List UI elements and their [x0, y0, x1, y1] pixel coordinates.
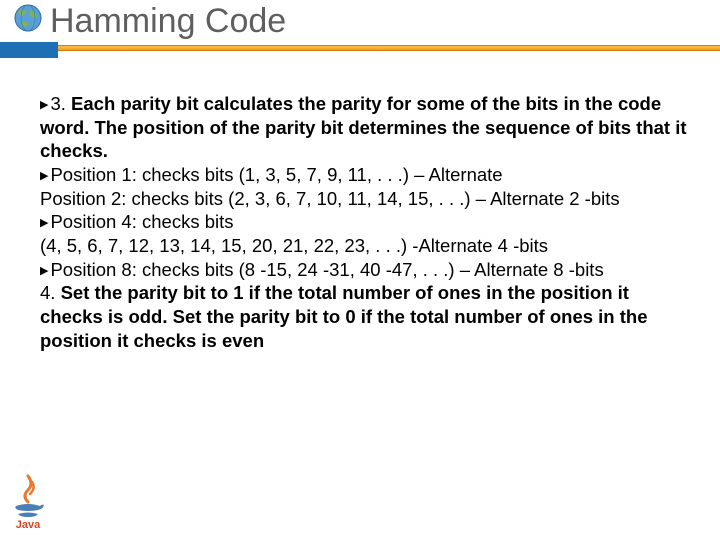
bullet-item-pos8: ▶Position 8: checks bits (8 -15, 24 -31,…	[40, 258, 692, 282]
bullet-item-pos1: ▶Position 1: checks bits (1, 3, 5, 7, 9,…	[40, 163, 692, 210]
pos1-line2: Position 2: checks bits (2, 3, 6, 7, 10,…	[40, 188, 620, 209]
bullet-3-text: Each parity bit calculates the parity fo…	[40, 93, 687, 161]
bullet-item-pos4: ▶Position 4: checks bits (4, 5, 6, 7, 12…	[40, 210, 692, 257]
pos8-text: Position 8: checks bits (8 -15, 24 -31, …	[50, 259, 603, 280]
pos1-line1: Position 1: checks bits (1, 3, 5, 7, 9, …	[50, 164, 502, 185]
accent-bar	[0, 42, 720, 58]
pos4-line2: (4, 5, 6, 7, 12, 13, 14, 15, 20, 21, 22,…	[40, 235, 548, 256]
java-logo-icon: Java	[6, 474, 50, 530]
slide-header: Hamming Code	[0, 0, 720, 70]
accent-orange-line	[58, 45, 720, 51]
triangle-bullet-icon: ▶	[40, 170, 50, 182]
slide-body: ▶3. Each parity bit calculates the parit…	[0, 70, 720, 352]
bullet-item-4: 4. Set the parity bit to 1 if the total …	[40, 281, 692, 352]
triangle-bullet-icon: ▶	[40, 265, 50, 277]
triangle-bullet-icon: ▶	[40, 99, 50, 111]
svg-text:Java: Java	[16, 519, 41, 530]
bullet-item-3: ▶3. Each parity bit calculates the parit…	[40, 92, 692, 163]
accent-blue-block	[0, 42, 58, 58]
slide-title: Hamming Code	[50, 0, 720, 41]
pos4-line1: Position 4: checks bits	[50, 211, 233, 232]
bullet-3-lead: 3.	[50, 93, 65, 114]
triangle-bullet-icon: ▶	[40, 217, 50, 229]
bullet-4-text: Set the parity bit to 1 if the total num…	[40, 282, 648, 350]
globe-icon	[12, 2, 44, 34]
bullet-4-lead: 4.	[40, 282, 61, 303]
